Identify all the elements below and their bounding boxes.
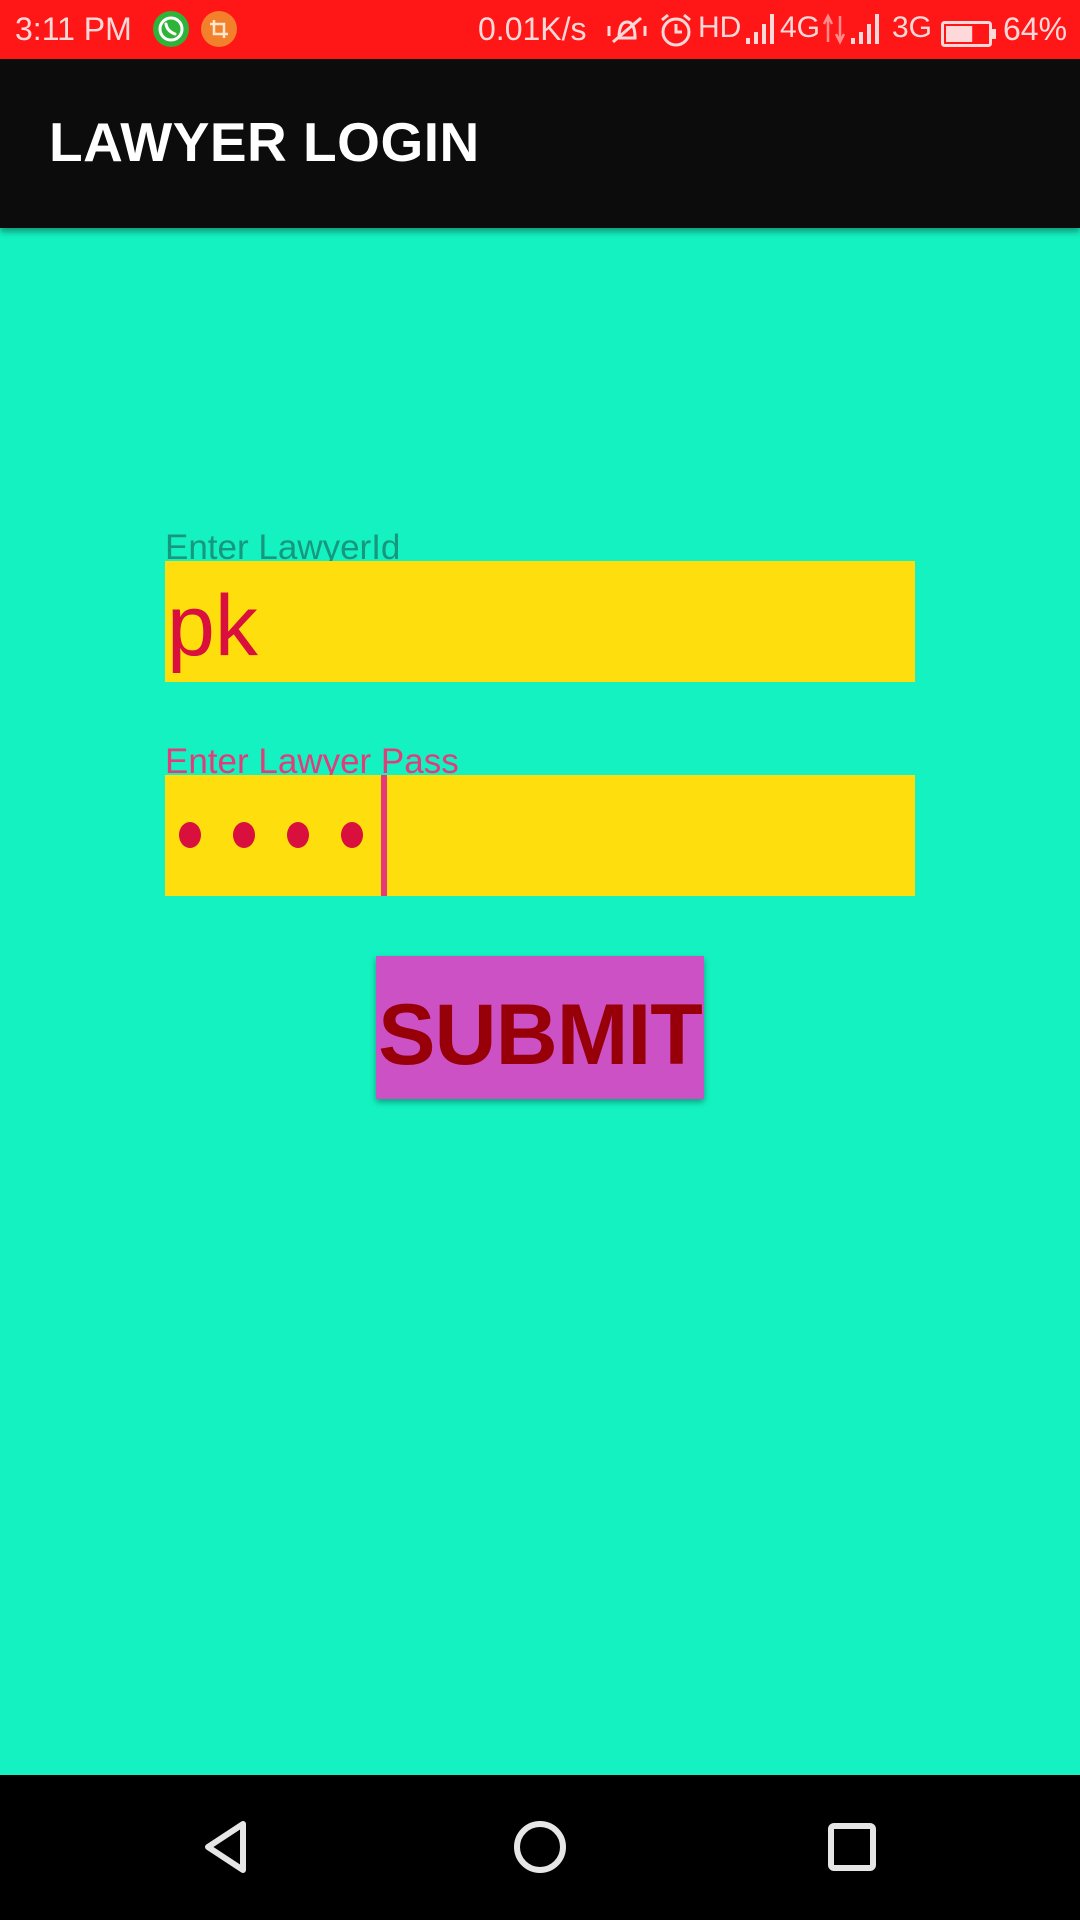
lawyer-id-label: Enter LawyerId [165, 528, 401, 567]
whatsapp-icon [153, 11, 189, 47]
login-screen: 3:11 PM 0.01K/s HD 4G 3G 64% LAWYER LOGI… [0, 0, 1080, 1920]
password-dot [341, 822, 363, 848]
lawyer-pass-input[interactable] [165, 775, 915, 896]
battery-percent: 64% [1003, 11, 1068, 47]
submit-button[interactable]: SUBMIT [376, 956, 704, 1099]
signal-icon [745, 12, 777, 54]
lawyer-id-input[interactable]: pk [165, 561, 915, 682]
crop-icon [201, 11, 237, 47]
home-icon [514, 1821, 566, 1873]
network-speed: 0.01K/s [478, 11, 587, 47]
app-bar: LAWYER LOGIN [0, 59, 1080, 228]
status-time: 3:11 PM [15, 11, 132, 47]
lawyer-pass-label: Enter Lawyer Pass [165, 742, 459, 781]
data-arrows-icon [822, 12, 846, 54]
text-cursor [381, 775, 387, 896]
recents-icon [828, 1823, 876, 1871]
password-mask [179, 822, 363, 848]
home-button[interactable] [504, 1811, 576, 1883]
status-bar: 3:11 PM 0.01K/s HD 4G 3G 64% [0, 0, 1080, 59]
network-4g-label: 4G [780, 11, 821, 44]
vibrate-icon [607, 12, 647, 56]
password-dot [179, 822, 201, 848]
network-3g-label: 3G [892, 11, 933, 44]
password-dot [287, 822, 309, 848]
battery-icon [941, 18, 997, 55]
hd-label: HD [698, 11, 742, 44]
submit-label: SUBMIT [378, 987, 703, 1083]
back-button[interactable] [192, 1811, 264, 1883]
page-title: LAWYER LOGIN [49, 111, 480, 173]
password-dot [233, 822, 255, 848]
recents-button[interactable] [816, 1811, 888, 1883]
back-icon [205, 1821, 246, 1873]
signal-icon-secondary [850, 12, 882, 54]
lawyer-id-value: pk [167, 578, 258, 674]
alarm-icon [658, 12, 694, 56]
navigation-bar [0, 1775, 1080, 1920]
